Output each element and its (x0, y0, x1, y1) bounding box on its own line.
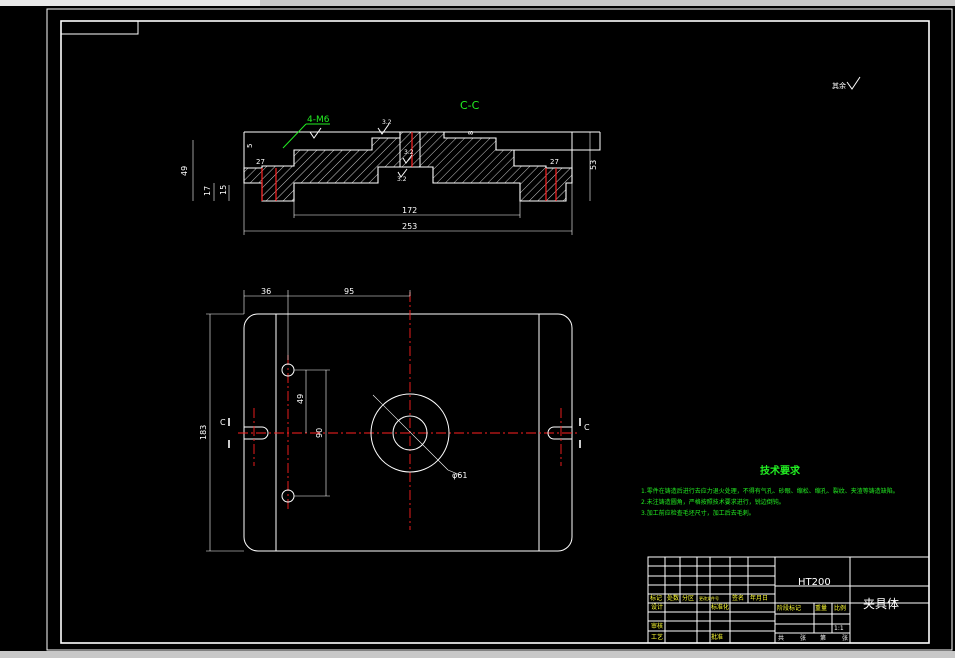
cad-drawing-canvas: 其余 C-C 49 17 15 53 253 172 27 27 5 8 3.2… (46, 8, 953, 651)
dim-36: 36 (261, 287, 271, 296)
plan-view: φ61 C C 36 95 183 49 90 (199, 287, 590, 552)
section-body (243, 131, 573, 202)
hdr-sign: 签名 (732, 594, 744, 602)
section-label: C-C (460, 99, 480, 112)
row-standard: 标准化 (711, 603, 729, 611)
sheet-unit-2: 张 (842, 634, 848, 642)
part-name: 夹具体 (863, 597, 899, 611)
hdr-mark: 标记 (650, 594, 662, 602)
tech-line-3: 3.加工前应检查毛坯尺寸，加工后去毛刺。 (641, 509, 755, 517)
dim-49-plan: 49 (296, 394, 305, 404)
corner-tag-box (60, 20, 139, 35)
hdr-doc: 更改文件号 (699, 595, 719, 601)
row-review: 审核 (651, 622, 663, 630)
dim-17: 17 (203, 186, 212, 196)
roughness-1: 3.2 (382, 119, 392, 126)
mid-scale: 比例 (834, 604, 846, 612)
dim-8: 8 (467, 131, 475, 135)
hdr-count: 处数 (667, 594, 679, 602)
thread-leader (282, 123, 307, 149)
material-text: HT200 (798, 577, 831, 588)
dim-95: 95 (344, 287, 354, 296)
mid-weight: 重量 (815, 604, 827, 612)
dim-253: 253 (402, 222, 417, 231)
sheet-unit-1: 张 (800, 634, 806, 642)
dim-172: 172 (402, 206, 417, 215)
dim-183: 183 (199, 425, 208, 440)
tech-line-2: 2.未注铸造圆角，严格按照技术要求进行，锐边倒钝。 (641, 498, 785, 506)
cut-label-right: C (584, 423, 590, 432)
dim-53: 53 (589, 160, 598, 170)
inner-border (60, 20, 930, 644)
row-design: 设计 (651, 603, 663, 611)
plate-outline (243, 313, 573, 552)
cut-label-left: C (220, 418, 226, 427)
section-view: 49 17 15 53 253 172 27 27 5 8 3.2 3.2 3.… (180, 115, 601, 235)
hdr-date: 年月日 (750, 594, 768, 602)
roughness-2: 3.2 (404, 149, 414, 156)
dim-phi61: φ61 (452, 471, 467, 480)
roughness-icon-4 (309, 127, 322, 139)
tech-title: 技术要求 (760, 464, 801, 477)
dim-49: 49 (180, 166, 189, 176)
mid-stage: 阶段标记 (777, 604, 801, 612)
dim-90: 90 (315, 428, 324, 438)
sheet-total: 共 (778, 634, 784, 642)
right-step-line (514, 132, 601, 151)
dim-27-left: 27 (256, 158, 265, 166)
tech-requirements: 技术要求 1.零件在铸造后进行去应力退火处理，不得有气孔、砂眼、缩松、缩孔、裂纹… (641, 464, 899, 517)
scale-value: 1:1 (834, 625, 844, 632)
row-process: 工艺 (651, 633, 663, 641)
surface-finish-icon (846, 76, 861, 90)
outer-frame (46, 8, 953, 651)
dim-27-right: 27 (550, 158, 559, 166)
dim-5: 5 (246, 144, 254, 148)
roughness-3: 3.2 (397, 176, 407, 183)
title-block: HT200 夹具体 1:1 标记 处数 分区 更改文件号 签名 年月日 设计 标… (647, 556, 930, 644)
sheet-no: 第 (820, 634, 826, 642)
hdr-zone: 分区 (682, 594, 694, 602)
row-approve: 批准 (711, 633, 723, 641)
tech-line-1: 1.零件在铸造后进行去应力退火处理，不得有气孔、砂眼、缩松、缩孔、裂纹、夹渣等铸… (641, 487, 899, 495)
status-strip (0, 651, 955, 658)
dim-15: 15 (219, 185, 228, 195)
surface-finish-note: 其余 (832, 81, 846, 90)
